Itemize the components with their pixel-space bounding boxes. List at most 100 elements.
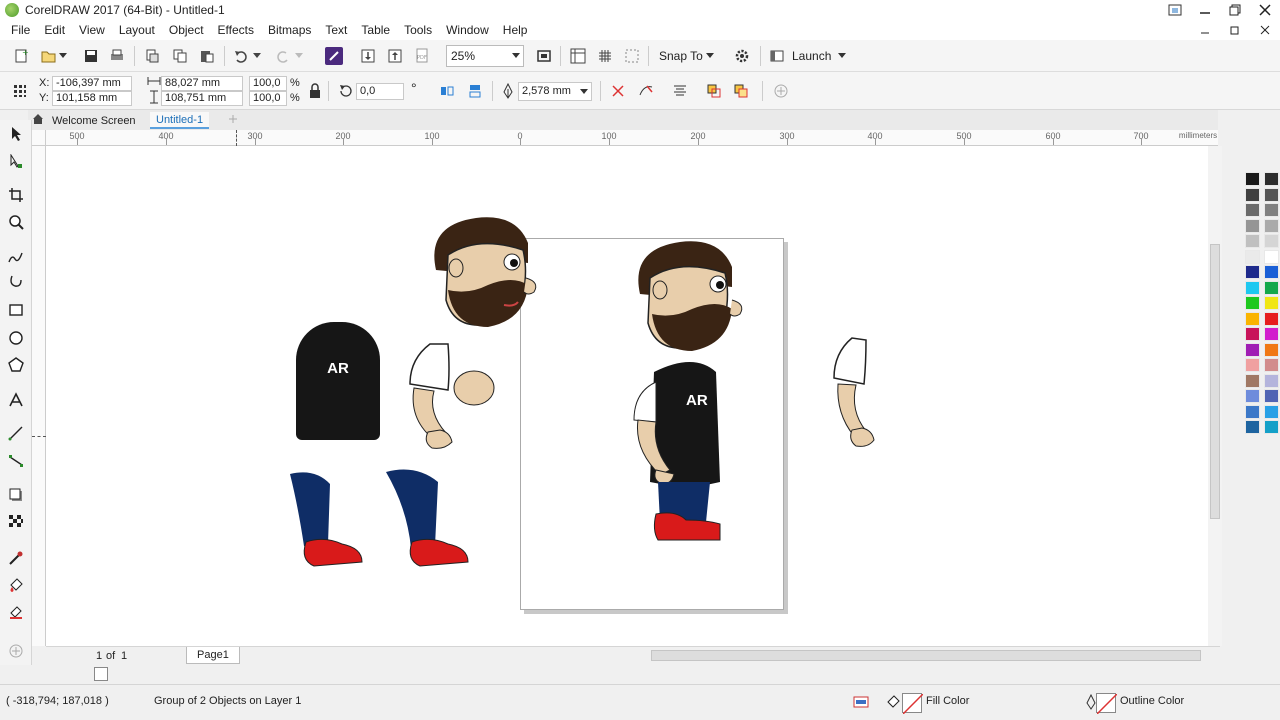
menu-effects[interactable]: Effects xyxy=(211,23,261,37)
connector-tool-icon[interactable] xyxy=(6,451,26,471)
palette-swatch[interactable] xyxy=(1245,218,1260,233)
new-tab-icon[interactable] xyxy=(226,112,240,126)
palette-swatch[interactable] xyxy=(1264,327,1279,341)
character-left-leg[interactable] xyxy=(286,468,376,568)
restore-screen-icon[interactable] xyxy=(1160,0,1190,20)
undo-icon[interactable] xyxy=(232,47,250,65)
palette-swatch[interactable] xyxy=(1245,358,1260,372)
ruler-origin[interactable] xyxy=(32,130,46,146)
palette-swatch[interactable] xyxy=(1264,172,1279,186)
doc-restore-button[interactable] xyxy=(1220,20,1250,40)
save-icon[interactable] xyxy=(82,47,100,65)
palette-swatch[interactable] xyxy=(1264,404,1279,419)
page-tab-page1[interactable]: Page1 xyxy=(186,647,240,664)
maximize-button[interactable] xyxy=(1220,0,1250,20)
parallel-dimension-tool-icon[interactable] xyxy=(6,423,26,443)
mirror-horizontal-icon[interactable] xyxy=(438,82,456,100)
show-grid-icon[interactable] xyxy=(596,47,614,65)
scale-y-field[interactable]: 100,0 xyxy=(249,91,287,106)
show-rulers-icon[interactable] xyxy=(569,47,587,65)
menu-view[interactable]: View xyxy=(72,23,112,37)
full-screen-preview-icon[interactable] xyxy=(535,47,553,65)
no-color-swatch[interactable] xyxy=(94,667,108,681)
palette-swatch[interactable] xyxy=(1245,187,1260,202)
x-position-field[interactable]: -106,397 mm xyxy=(52,76,132,91)
launch-dropdown-icon[interactable] xyxy=(836,47,848,65)
vertical-scrollbar[interactable] xyxy=(1208,146,1222,646)
text-tool-icon[interactable] xyxy=(6,390,26,410)
menu-help[interactable]: Help xyxy=(496,23,535,37)
horizontal-scrollbar[interactable] xyxy=(651,650,1201,661)
drawing-canvas[interactable]: AR AR xyxy=(46,146,1208,646)
ellipse-tool-icon[interactable] xyxy=(6,328,26,348)
break-apart-icon[interactable] xyxy=(609,82,627,100)
palette-swatch[interactable] xyxy=(1245,234,1260,248)
palette-swatch[interactable] xyxy=(1245,280,1260,295)
palette-swatch[interactable] xyxy=(1264,249,1279,264)
zoom-level-select[interactable]: 25% xyxy=(446,45,524,67)
transparency-tool-icon[interactable] xyxy=(6,512,26,532)
height-field[interactable]: 108,751 mm xyxy=(161,91,243,106)
palette-swatch[interactable] xyxy=(1264,420,1279,434)
copy-icon[interactable] xyxy=(171,47,189,65)
group-icon[interactable] xyxy=(732,82,750,100)
menu-edit[interactable]: Edit xyxy=(37,23,72,37)
home-icon[interactable] xyxy=(31,112,45,126)
lock-ratio-icon[interactable] xyxy=(306,82,324,100)
palette-swatch[interactable] xyxy=(1245,389,1260,403)
mirror-vertical-icon[interactable] xyxy=(466,82,484,100)
add-property-icon[interactable] xyxy=(772,82,790,100)
launch-button[interactable]: Launch xyxy=(792,49,831,63)
palette-swatch[interactable] xyxy=(1245,203,1260,217)
menu-file[interactable]: File xyxy=(4,23,37,37)
palette-swatch[interactable] xyxy=(1245,249,1260,264)
menu-tools[interactable]: Tools xyxy=(397,23,439,37)
y-position-field[interactable]: 101,158 mm xyxy=(52,91,132,106)
palette-swatch[interactable] xyxy=(1245,296,1260,310)
character-right-leg[interactable] xyxy=(382,466,482,571)
outline-color-swatch[interactable] xyxy=(1096,693,1118,715)
paste-icon[interactable] xyxy=(198,47,216,65)
palette-swatch[interactable] xyxy=(1245,342,1260,357)
palette-swatch[interactable] xyxy=(1264,265,1279,279)
cut-icon[interactable] xyxy=(143,47,161,65)
import-icon[interactable] xyxy=(359,47,377,65)
horizontal-ruler[interactable]: 500 400 300 200 100 0 100 200 300 400 50… xyxy=(46,130,1218,146)
interactive-fill-tool-icon[interactable] xyxy=(6,576,26,596)
character-extra-arm[interactable] xyxy=(832,336,892,456)
show-guidelines-icon[interactable] xyxy=(623,47,641,65)
character-arm[interactable] xyxy=(402,340,502,460)
palette-swatch[interactable] xyxy=(1264,187,1279,202)
break-curve-icon[interactable] xyxy=(637,82,655,100)
freehand-tool-icon[interactable] xyxy=(6,247,26,267)
vertical-ruler[interactable] xyxy=(32,146,46,646)
palette-swatch[interactable] xyxy=(1245,311,1260,326)
palette-swatch[interactable] xyxy=(1245,420,1260,434)
palette-swatch[interactable] xyxy=(1245,172,1260,186)
close-button[interactable] xyxy=(1250,0,1280,20)
smart-fill-bucket-icon[interactable] xyxy=(6,602,26,622)
palette-swatch[interactable] xyxy=(1245,373,1260,388)
export-icon[interactable] xyxy=(386,47,404,65)
vertical-scroll-thumb[interactable] xyxy=(1210,244,1220,519)
open-folder-icon[interactable] xyxy=(40,47,58,65)
menu-bitmaps[interactable]: Bitmaps xyxy=(261,23,318,37)
fill-color-swatch[interactable] xyxy=(902,693,924,715)
doc-close-button[interactable] xyxy=(1250,20,1280,40)
palette-swatch[interactable] xyxy=(1264,203,1279,217)
palette-swatch[interactable] xyxy=(1245,404,1260,419)
outline-width-dropdown-icon[interactable] xyxy=(578,86,590,98)
new-document-icon[interactable]: + xyxy=(12,47,30,65)
publish-pdf-icon[interactable]: PDF xyxy=(413,47,431,65)
palette-swatch[interactable] xyxy=(1264,234,1279,248)
launch-app-icon[interactable] xyxy=(768,47,786,65)
tab-untitled-1[interactable]: Untitled-1 xyxy=(150,112,210,129)
combine-icon[interactable] xyxy=(705,82,723,100)
shape-tool-icon[interactable] xyxy=(6,152,26,172)
palette-swatch[interactable] xyxy=(1245,265,1260,279)
menu-text[interactable]: Text xyxy=(318,23,354,37)
menu-table[interactable]: Table xyxy=(354,23,397,37)
drop-shadow-tool-icon[interactable] xyxy=(6,485,26,505)
palette-swatch[interactable] xyxy=(1245,327,1260,341)
smart-fill-tool-icon[interactable] xyxy=(6,272,26,292)
